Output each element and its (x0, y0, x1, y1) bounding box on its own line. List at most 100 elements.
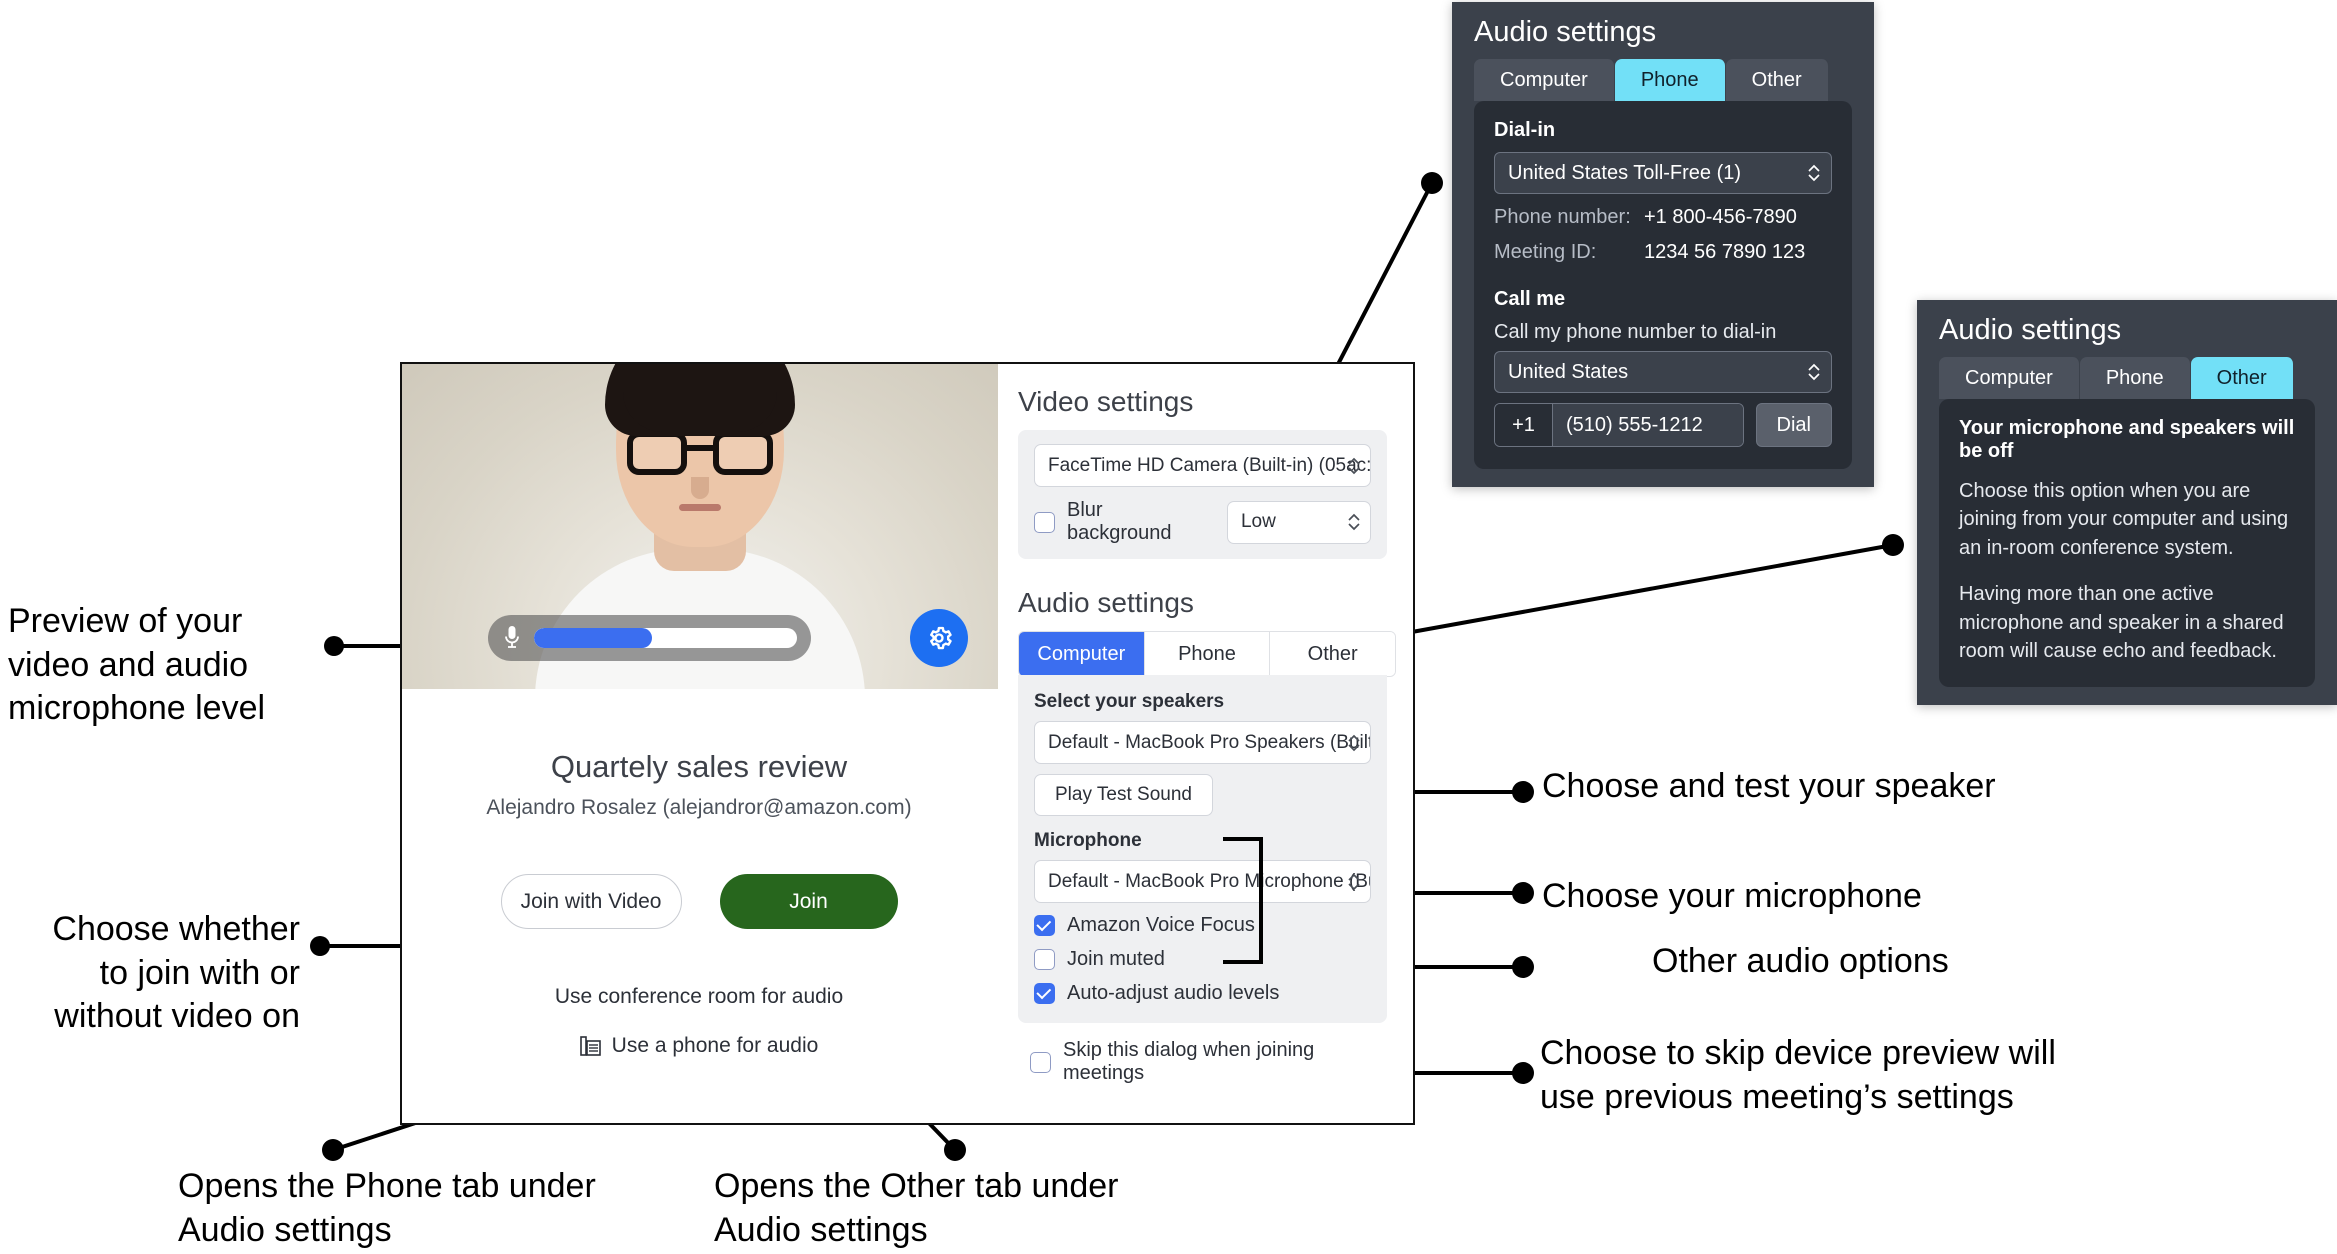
annotation-opens-phone-tab: Opens the Phone tab under Audio settings (178, 1167, 596, 1249)
skip-dialog-row: Skip this dialog when joining meetings (1018, 1039, 1387, 1085)
annotation-choose-microphone: Choose your microphone (1542, 877, 1922, 915)
video-settings-heading: Video settings (1018, 386, 1194, 417)
mic-level-fill (534, 628, 653, 648)
callme-sub: Call my phone number to dial-in (1494, 321, 1777, 343)
meeting-host: Alejandro Rosalez (alejandror@amazon.com… (486, 796, 912, 819)
phone-popover-tab-phone[interactable]: Phone (1614, 59, 1726, 101)
speakers-select[interactable]: Default - MacBook Pro Speakers (Built-in (1034, 721, 1371, 764)
join-with-video-button[interactable]: Join with Video (500, 874, 682, 929)
callme-country-select[interactable]: United States (1494, 351, 1832, 393)
dialin-heading: Dial-in (1494, 119, 1556, 141)
audio-option-row: Auto-adjust audio levels (1034, 982, 1371, 1005)
join-button-row: Join with Video Join (402, 874, 996, 929)
stepper-caret-icon (1348, 457, 1360, 474)
callme-country-value: United States (1508, 360, 1629, 383)
options-group-bracket (1223, 837, 1263, 964)
settings-gear-button[interactable] (910, 609, 968, 667)
stepper-caret-icon (1808, 164, 1820, 182)
microphone-icon (505, 626, 519, 648)
join-muted-label: Join muted (1067, 948, 1165, 970)
tab-computer[interactable]: Computer (1019, 632, 1145, 676)
fax-phone-icon (579, 1036, 601, 1056)
tab-phone[interactable]: Phone (1144, 632, 1271, 676)
other-popover-title: Audio settings (1939, 314, 2122, 346)
auto-adjust-audio-levels-label: Auto-adjust audio levels (1067, 982, 1280, 1004)
video-preview (402, 364, 998, 689)
computer-audio-panel: Select your speakers Default - MacBook P… (1018, 675, 1387, 1023)
phone-popover-tab-computer[interactable]: Computer (1474, 59, 1615, 101)
person-glasses (627, 431, 773, 477)
other-popover-paragraph-2: Having more than one active microphone a… (1959, 583, 2284, 662)
other-popover-body: Your microphone and speakers will be off… (1939, 399, 2315, 688)
skip-dialog-checkbox[interactable] (1030, 1051, 1051, 1073)
country-code-value: +1 (1495, 404, 1553, 446)
auto-adjust-audio-levels-checkbox[interactable] (1034, 983, 1055, 1004)
microphone-label: Microphone (1034, 830, 1142, 851)
annotation-opens-other-tab: Opens the Other tab under Audio settings (714, 1167, 1119, 1249)
audio-settings-tabs: Computer Phone Other (1018, 631, 1396, 677)
camera-select[interactable]: FaceTime HD Camera (Built-in) (05ac:851 (1034, 444, 1371, 487)
stepper-caret-icon (1348, 873, 1360, 890)
phone-audio-settings-popover: Audio settings Computer Phone Other Dial… (1452, 2, 1874, 487)
camera-select-value: FaceTime HD Camera (Built-in) (05ac:851 (1048, 454, 1371, 476)
meeting-id-row: Meeting ID: 1234 56 7890 123 (1494, 241, 1832, 264)
meeting-id-value: 1234 56 7890 123 (1644, 241, 1806, 263)
blur-background-checkbox[interactable] (1034, 511, 1055, 533)
device-preview-dialog: Quartely sales review Alejandro Rosalez … (400, 362, 1415, 1125)
mic-level-meter (488, 615, 811, 661)
use-conference-room-link[interactable]: Use conference room for audio (402, 985, 996, 1009)
phone-popover-title: Audio settings (1474, 16, 1657, 48)
mic-level-track (534, 628, 797, 648)
join-button[interactable]: Join (719, 874, 898, 929)
annotation-choose-speaker: Choose and test your speaker (1542, 767, 1996, 805)
leader-dot (310, 936, 330, 956)
annotation-preview: Preview of your video and audio micropho… (8, 602, 266, 728)
phone-popover-tabs: Computer Phone Other (1452, 49, 1874, 101)
dialin-country-select[interactable]: United States Toll-Free (1) (1494, 152, 1832, 194)
person-hair (605, 364, 795, 436)
audio-option-row: Join muted (1034, 948, 1371, 971)
person-nose (691, 477, 709, 499)
audio-settings-heading: Audio settings (1018, 587, 1194, 618)
other-popover-tab-computer[interactable]: Computer (1939, 357, 2080, 399)
microphone-select-value: Default - MacBook Pro Microphone (Built (1048, 870, 1371, 892)
other-popover-tab-phone[interactable]: Phone (2079, 357, 2191, 399)
settings-pane: Video settings FaceTime HD Camera (Built… (996, 364, 1413, 1123)
phone-number-value: +1 800-456-7890 (1644, 206, 1797, 228)
dialin-country-value: United States Toll-Free (1) (1508, 161, 1742, 184)
other-popover-paragraph-1: Choose this option when you are joining … (1959, 480, 2289, 559)
blur-level-select[interactable]: Low (1226, 500, 1371, 544)
video-settings-box: FaceTime HD Camera (Built-in) (05ac:851 … (1018, 430, 1387, 559)
phone-number-key: Phone number: (1494, 206, 1631, 228)
play-test-sound-button[interactable]: Play Test Sound (1034, 774, 1213, 816)
phone-number-row: Phone number: +1 800-456-7890 (1494, 206, 1832, 229)
tab-other[interactable]: Other (1270, 632, 1395, 676)
callme-heading: Call me (1494, 288, 1566, 310)
person-mouth (679, 504, 721, 511)
blur-level-value: Low (1240, 511, 1276, 532)
leader-dot (324, 636, 344, 656)
other-popover-tabs: Computer Phone Other (1917, 347, 2337, 399)
skip-dialog-label: Skip this dialog when joining meetings (1063, 1039, 1315, 1084)
use-phone-for-audio-link[interactable]: Use a phone for audio (402, 1034, 996, 1058)
other-popover-tab-other[interactable]: Other (2190, 357, 2294, 399)
callme-phone-input[interactable]: +1 (510) 555-1212 (1494, 403, 1744, 447)
annotation-skip-preview: Choose to skip device preview will use p… (1540, 1034, 2056, 1116)
join-muted-checkbox[interactable] (1034, 949, 1055, 970)
annotation-join-choice: Choose whether to join with or without v… (52, 910, 300, 1036)
callme-phone-row: +1 (510) 555-1212 Dial (1494, 403, 1832, 447)
screenshot-root: Preview of your video and audio micropho… (0, 0, 2337, 1254)
phone-popover-tab-other[interactable]: Other (1725, 59, 1829, 101)
microphone-select[interactable]: Default - MacBook Pro Microphone (Built (1034, 860, 1371, 903)
gear-icon (930, 626, 952, 650)
audio-option-row: Amazon Voice Focus (1034, 914, 1371, 937)
phone-popover-body: Dial-in United States Toll-Free (1) Phon… (1474, 101, 1852, 469)
meeting-title: Quartely sales review (550, 749, 848, 784)
amazon-voice-focus-checkbox[interactable] (1034, 915, 1055, 936)
stepper-caret-icon (1348, 734, 1360, 751)
other-audio-settings-popover: Audio settings Computer Phone Other Your… (1917, 300, 2337, 706)
preview-pane: Quartely sales review Alejandro Rosalez … (402, 364, 998, 1123)
meeting-id-key: Meeting ID: (1494, 241, 1597, 263)
blur-background-label: Blur background (1067, 499, 1172, 544)
dial-button[interactable]: Dial (1755, 403, 1832, 447)
